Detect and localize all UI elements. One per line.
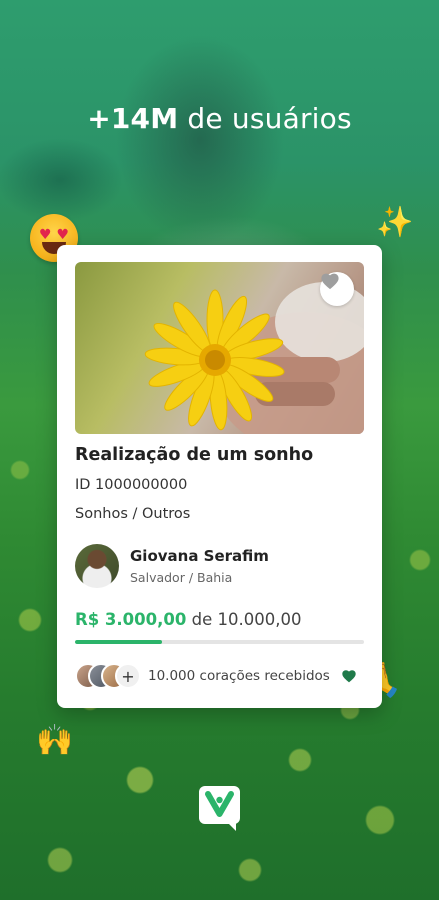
campaign-category: Sonhos / Outros	[75, 506, 191, 522]
headline-rest: de usuários	[178, 102, 352, 135]
goal-text: de 10.000,00	[191, 610, 302, 629]
favorite-button[interactable]	[320, 272, 354, 306]
owner-location: Salvador / Bahia	[130, 570, 233, 585]
more-supporters-button[interactable]: +	[115, 663, 141, 689]
campaign-card[interactable]: Realização de um sonho ID 1000000000 Son…	[57, 245, 382, 708]
raised-info: R$ 3.000,00 de 10.000,00	[75, 610, 301, 629]
v-logo-icon	[205, 791, 234, 817]
raised-hands-emoji-icon: 🙌	[36, 723, 74, 758]
owner-avatar	[75, 544, 119, 588]
headline-bold: +14M	[87, 102, 179, 135]
logo-icon	[199, 786, 240, 831]
heart-icon	[342, 670, 356, 683]
hearts-received-text: 10.000 corações recebidos	[148, 668, 330, 684]
sparkles-emoji-icon: ✨	[376, 205, 414, 240]
headline: +14M de usuários	[0, 102, 439, 135]
progress-fill	[75, 640, 162, 644]
campaign-owner[interactable]: Giovana Serafim Salvador / Bahia	[75, 544, 365, 590]
campaign-id: ID 1000000000	[75, 477, 188, 493]
progress-bar	[75, 640, 364, 644]
campaign-photo	[75, 262, 364, 434]
owner-name: Giovana Serafim	[130, 547, 269, 565]
campaign-title: Realização de um sonho	[75, 445, 314, 465]
heart-icon	[321, 273, 339, 290]
raised-amount: R$ 3.000,00	[75, 610, 187, 629]
supporters-row[interactable]: + 10.000 corações recebidos	[75, 663, 365, 691]
